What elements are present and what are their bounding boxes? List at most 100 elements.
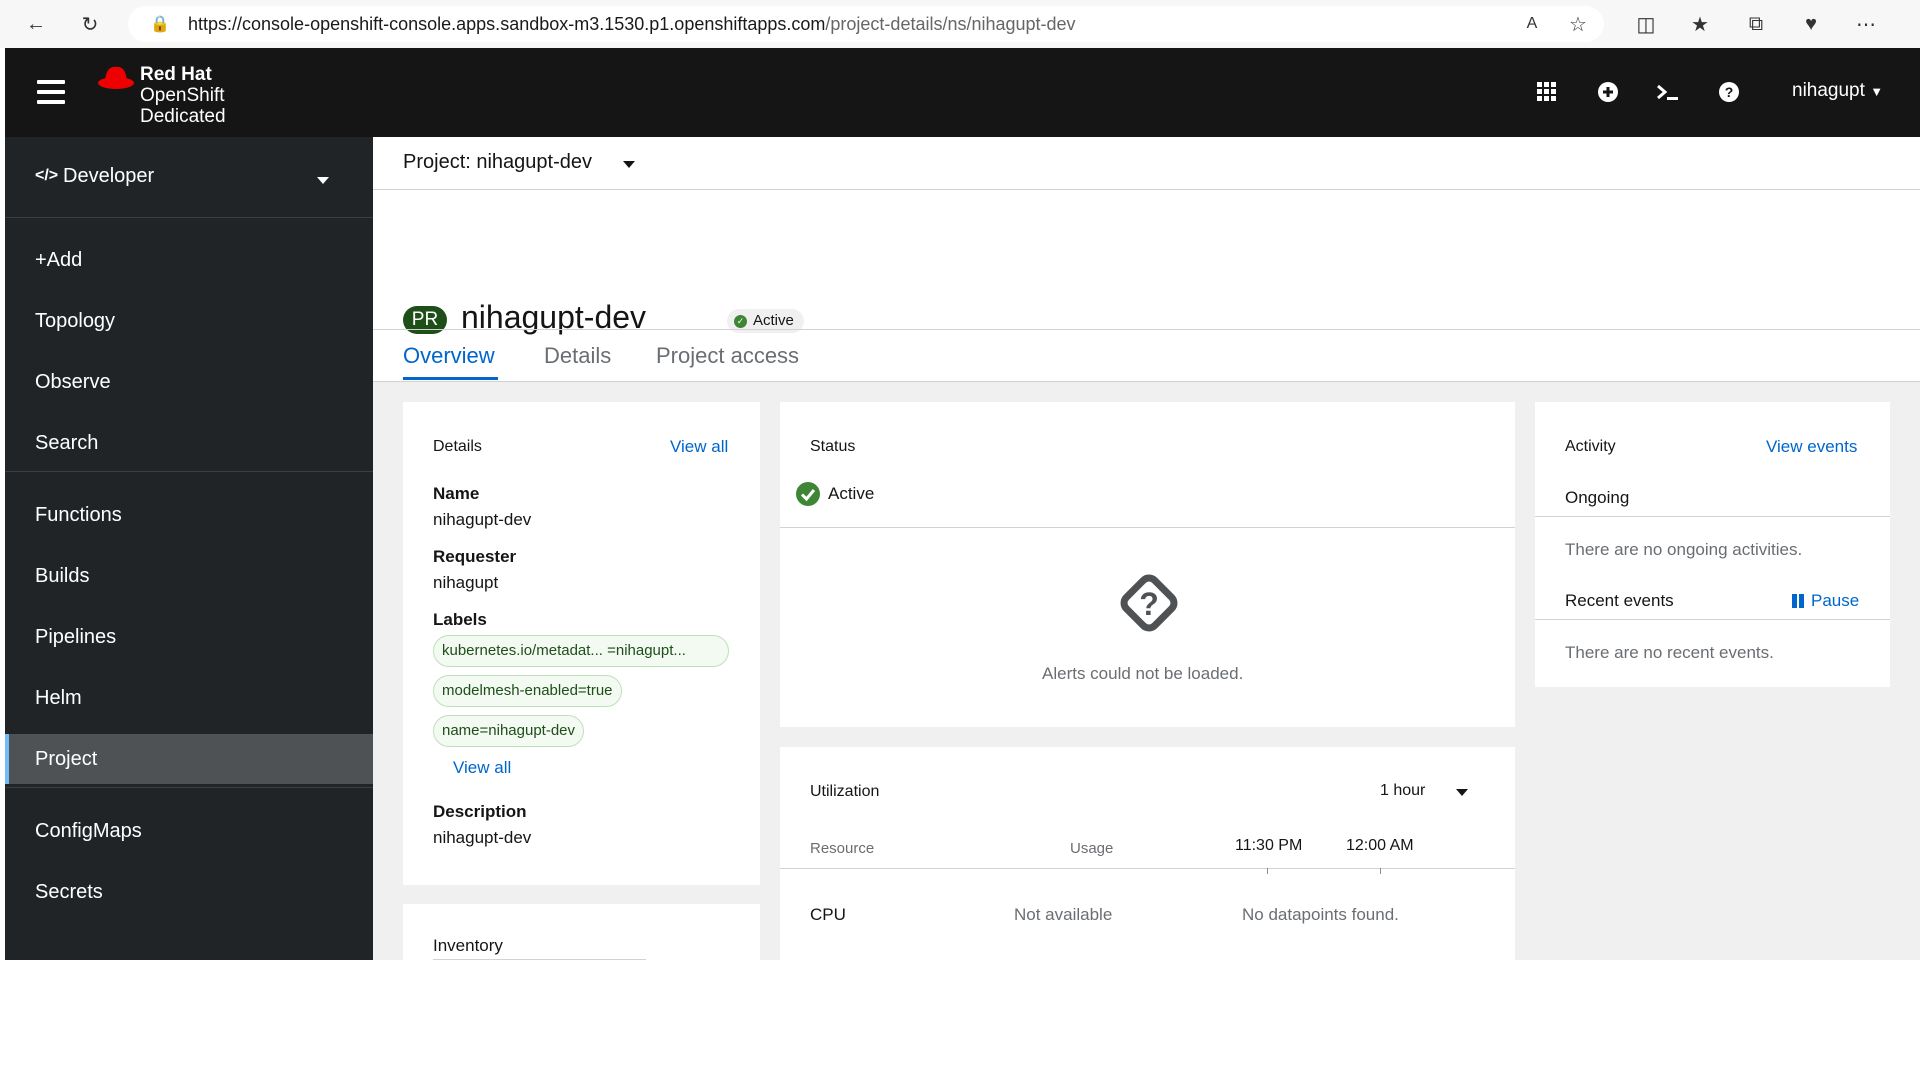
project-selector[interactable]: Project: nihagupt-dev (403, 151, 592, 174)
brand-red-hat: Red Hat (140, 64, 212, 85)
recent-events-label: Recent events (1565, 591, 1674, 610)
status-divider (780, 527, 1515, 528)
inventory-card: Inventory (403, 904, 760, 960)
label-chip[interactable]: modelmesh-enabled=true (433, 675, 622, 707)
refresh-icon[interactable]: ↻ (76, 10, 104, 38)
resource-column-header: Resource (810, 840, 875, 857)
red-hat-openshift-logo[interactable]: Red Hat OpenShift Dedicated (97, 62, 257, 127)
page-header: PR nihagupt-dev ✓ Active Overview Details… (373, 190, 1920, 382)
pause-button[interactable]: Pause (1811, 591, 1859, 611)
time-tick-mark (1380, 868, 1381, 874)
web-terminal-icon[interactable] (1652, 76, 1684, 108)
unknown-status-icon: ? (1114, 568, 1184, 638)
page-title: nihagupt-dev (461, 299, 647, 335)
sidebar-item-builds[interactable]: Builds (5, 551, 373, 601)
sidebar-item-add[interactable]: +Add (5, 235, 373, 285)
details-view-all-link[interactable]: View all (670, 437, 728, 457)
time-tick-mark (1267, 868, 1268, 874)
activity-divider (1535, 516, 1890, 517)
sidebar-divider (5, 787, 373, 788)
time-tick-label: 11:30 PM (1235, 837, 1303, 854)
label-chip[interactable]: name=nihagupt-dev (433, 715, 585, 747)
brand-dedicated: Dedicated (140, 106, 226, 127)
time-tick-label: 12:00 AM (1346, 837, 1414, 854)
labels-view-all-link[interactable]: View all (453, 758, 511, 778)
sidebar-item-helm[interactable]: Helm (5, 673, 373, 723)
status-card: Status Active ? Alerts could not be load… (780, 402, 1515, 727)
requester-label: Requester (433, 547, 517, 566)
project-caret-icon[interactable] (623, 161, 635, 168)
sidebar-item-project[interactable]: Project (5, 734, 373, 784)
utilization-divider (780, 868, 1515, 869)
time-range-dropdown[interactable]: 1 hour (1380, 782, 1425, 800)
caret-down-icon (317, 177, 329, 184)
split-screen-icon[interactable]: ◫ (1632, 10, 1660, 38)
code-icon: </> (35, 167, 59, 184)
ongoing-empty-message: There are no ongoing activities. (1565, 540, 1803, 559)
cpu-chart-message: No datapoints found. (1242, 905, 1399, 924)
project-selector-bar: Project: nihagupt-dev (373, 137, 1920, 190)
utilization-card-title: Utilization (810, 783, 880, 800)
tab-details[interactable]: Details (544, 343, 611, 369)
sidebar-item-secrets[interactable]: Secrets (5, 867, 373, 917)
name-value: nihagupt-dev (433, 510, 532, 529)
svg-text:?: ? (1139, 586, 1159, 622)
inventory-divider (433, 959, 646, 960)
labels-label: Labels (433, 610, 487, 629)
perspective-switcher[interactable]: </> Developer (5, 137, 373, 218)
openshift-console: Red Hat OpenShift Dedicated ? nihagupt ▼… (5, 48, 1920, 960)
inventory-card-title: Inventory (433, 936, 503, 955)
perspective-label: Developer (63, 165, 155, 187)
app-launcher-grid-icon[interactable] (1531, 76, 1563, 108)
check-circle-icon (796, 482, 820, 506)
browser-essentials-icon[interactable]: ♥ (1797, 10, 1825, 38)
details-card-title: Details (433, 438, 482, 455)
browser-toolbar: ← ↻ 🔒 https://console-openshift-console.… (0, 0, 1920, 48)
address-bar[interactable]: 🔒 https://console-openshift-console.apps… (128, 6, 1604, 42)
usage-column-header: Usage (1070, 840, 1114, 857)
description-value: nihagupt-dev (433, 828, 532, 847)
more-menu-icon[interactable]: ⋯ (1852, 10, 1880, 38)
quick-create-plus-icon[interactable] (1592, 76, 1624, 108)
cpu-row-label: CPU (810, 905, 846, 924)
svg-text:?: ? (1725, 84, 1734, 100)
tab-project-access[interactable]: Project access (656, 343, 799, 369)
sidebar-item-topology[interactable]: Topology (5, 296, 373, 346)
red-hat-icon (98, 66, 134, 89)
label-chip[interactable]: kubernetes.io/metadat... =nihagupt... (433, 635, 729, 667)
sidebar-item-observe[interactable]: Observe (5, 357, 373, 407)
tabs-divider (373, 329, 1920, 330)
name-label: Name (433, 484, 480, 503)
sidebar-item-pipelines[interactable]: Pipelines (5, 612, 373, 662)
requester-value: nihagupt (433, 573, 499, 592)
description-label: Description (433, 802, 527, 821)
read-aloud-icon[interactable]: A (1518, 10, 1546, 38)
details-card: Details View all Name nihagupt-dev Reque… (403, 402, 760, 885)
recent-empty-message: There are no recent events. (1565, 643, 1774, 662)
pause-icon[interactable] (1791, 594, 1805, 608)
ongoing-label: Ongoing (1565, 488, 1630, 507)
sidebar-item-search[interactable]: Search (5, 418, 373, 468)
url-text: https://console-openshift-console.apps.s… (188, 13, 1076, 34)
sidebar-divider (5, 471, 373, 472)
check-circle-icon: ✓ (734, 315, 747, 328)
sidebar-nav: </> Developer +Add Topology Observe Sear… (5, 137, 373, 960)
help-question-icon[interactable]: ? (1713, 76, 1745, 108)
masthead: Red Hat OpenShift Dedicated ? nihagupt ▼ (5, 48, 1920, 137)
activity-divider (1535, 619, 1890, 620)
favorite-star-icon[interactable]: ☆ (1564, 10, 1592, 38)
tab-overview[interactable]: Overview (403, 343, 495, 369)
sidebar-item-configmaps[interactable]: ConfigMaps (5, 806, 373, 856)
sidebar-item-functions[interactable]: Functions (5, 490, 373, 540)
user-menu[interactable]: nihagupt ▼ (1792, 80, 1883, 102)
back-arrow-icon[interactable]: ← (22, 10, 50, 38)
view-events-link[interactable]: View events (1766, 437, 1857, 457)
favorites-icon[interactable]: ★ (1686, 10, 1714, 38)
activity-card-title: Activity (1565, 438, 1616, 455)
collections-icon[interactable]: ⧉ (1742, 10, 1770, 38)
status-card-title: Status (810, 438, 856, 455)
hamburger-menu-icon[interactable] (37, 80, 65, 104)
time-range-caret-icon[interactable] (1456, 789, 1468, 796)
lock-icon: 🔒 (150, 16, 170, 33)
activity-card: Activity View events Ongoing There are n… (1535, 402, 1890, 687)
